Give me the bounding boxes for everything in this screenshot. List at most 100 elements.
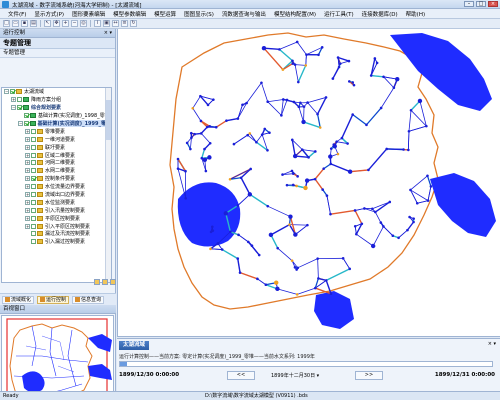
network-node[interactable] xyxy=(329,162,333,166)
tree-expander-icon[interactable]: + xyxy=(25,152,30,158)
map-view[interactable] xyxy=(117,29,500,337)
tree-checkbox[interactable] xyxy=(31,168,36,174)
network-node[interactable] xyxy=(336,152,340,156)
network-node[interactable] xyxy=(291,62,295,65)
network-node[interactable] xyxy=(374,210,377,214)
network-node[interactable] xyxy=(353,224,357,228)
network-node[interactable] xyxy=(250,244,254,247)
network-node[interactable] xyxy=(355,232,358,236)
network-node[interactable] xyxy=(261,46,267,51)
network-node[interactable] xyxy=(388,200,392,204)
network-node[interactable] xyxy=(305,53,308,56)
open-icon[interactable]: ▭ xyxy=(12,20,19,27)
network-node[interactable] xyxy=(352,83,356,87)
network-node[interactable] xyxy=(341,257,345,260)
network-node[interactable] xyxy=(236,117,240,120)
network-node[interactable] xyxy=(329,212,332,216)
network-node[interactable] xyxy=(412,217,415,220)
network-node[interactable] xyxy=(412,220,415,224)
network-node[interactable] xyxy=(293,232,298,237)
network-node[interactable] xyxy=(232,142,236,146)
tree-checkbox[interactable] xyxy=(31,199,36,205)
network-node[interactable] xyxy=(409,188,412,192)
network-node[interactable] xyxy=(247,192,253,197)
tree-expander-icon[interactable]: + xyxy=(25,223,30,229)
menu-database[interactable]: 连接数据库(D) xyxy=(358,10,402,18)
network-node[interactable] xyxy=(184,169,187,173)
tree-checkbox[interactable] xyxy=(31,176,36,182)
network-node[interactable] xyxy=(415,201,419,205)
menu-display[interactable]: 显示方式(P) xyxy=(30,10,68,18)
network-node[interactable] xyxy=(429,185,433,188)
layer-small-icon[interactable] xyxy=(102,279,108,285)
tree-checkbox[interactable] xyxy=(24,121,29,126)
network-node[interactable] xyxy=(203,147,206,151)
network-node[interactable] xyxy=(324,279,328,282)
network-node[interactable] xyxy=(290,138,294,142)
network-node[interactable] xyxy=(274,280,279,285)
close-button[interactable]: × xyxy=(488,1,498,7)
network-node[interactable] xyxy=(245,101,248,105)
refresh-icon[interactable]: ↻ xyxy=(130,20,137,27)
menu-file[interactable]: 文件(F) xyxy=(4,10,30,18)
tree-expander-icon[interactable]: + xyxy=(11,97,16,103)
network-node[interactable] xyxy=(236,204,240,207)
taihu-lake[interactable] xyxy=(177,182,241,247)
network-node[interactable] xyxy=(176,167,180,170)
network-node[interactable] xyxy=(402,148,405,151)
tree-item[interactable]: + 降雨方案分组 xyxy=(2,96,111,104)
network-node[interactable] xyxy=(260,81,263,85)
menu-model-params[interactable]: 模型参数编辑 xyxy=(109,10,150,18)
network-node[interactable] xyxy=(417,98,423,104)
network-node[interactable] xyxy=(316,112,319,116)
network-node[interactable] xyxy=(190,136,193,139)
network-node[interactable] xyxy=(379,106,383,110)
network-node[interactable] xyxy=(297,105,301,109)
network-node[interactable] xyxy=(317,53,320,57)
network-node[interactable] xyxy=(193,132,196,136)
maximize-button[interactable]: □ xyxy=(476,1,486,7)
zoom-in-icon[interactable]: + xyxy=(62,20,69,27)
tree-item[interactable]: + 控制条件要素 xyxy=(2,175,111,183)
tree-expander-icon[interactable]: + xyxy=(25,144,30,150)
network-node[interactable] xyxy=(375,61,379,65)
tab-info-query[interactable]: 信息查询 xyxy=(72,295,105,304)
network-node[interactable] xyxy=(199,94,202,98)
network-node[interactable] xyxy=(291,172,295,175)
network-node[interactable] xyxy=(207,155,212,160)
network-node[interactable] xyxy=(288,214,293,219)
network-node[interactable] xyxy=(285,98,289,102)
tree-checkbox[interactable] xyxy=(31,152,36,158)
network-node[interactable] xyxy=(239,176,243,180)
network-node[interactable] xyxy=(256,277,259,281)
network-node[interactable] xyxy=(185,141,189,145)
network-node[interactable] xyxy=(238,271,242,274)
network-node[interactable] xyxy=(303,185,308,191)
tree-item[interactable]: + 一维河道要素 xyxy=(2,135,111,143)
network-node[interactable] xyxy=(337,65,341,69)
network-node[interactable] xyxy=(285,183,289,187)
network-node[interactable] xyxy=(340,136,344,140)
menu-view[interactable]: 图图显示(S) xyxy=(180,10,218,18)
menu-model-run[interactable]: 模型运算 xyxy=(150,10,180,18)
network-node[interactable] xyxy=(346,142,349,145)
network-node[interactable] xyxy=(363,207,366,210)
network-node[interactable] xyxy=(385,147,388,151)
tree-scrollbar[interactable] xyxy=(105,88,111,282)
network-node[interactable] xyxy=(371,207,374,211)
network-node[interactable] xyxy=(200,156,204,160)
network-node[interactable] xyxy=(260,133,264,136)
network-node[interactable] xyxy=(302,105,306,108)
network-node[interactable] xyxy=(295,184,298,188)
network-node[interactable] xyxy=(293,63,297,66)
network-node[interactable] xyxy=(316,257,319,260)
network-node[interactable] xyxy=(318,126,322,129)
network-node[interactable] xyxy=(313,177,317,181)
tree-item[interactable]: + 流域出口边界要素 xyxy=(2,191,111,199)
tab-basin-generalize[interactable]: 流域概化 xyxy=(2,295,35,304)
network-node[interactable] xyxy=(295,40,299,44)
network-node[interactable] xyxy=(348,267,351,271)
new-icon[interactable]: □ xyxy=(3,20,10,27)
next-step-button[interactable]: >> xyxy=(355,371,383,380)
network-node[interactable] xyxy=(314,286,317,290)
